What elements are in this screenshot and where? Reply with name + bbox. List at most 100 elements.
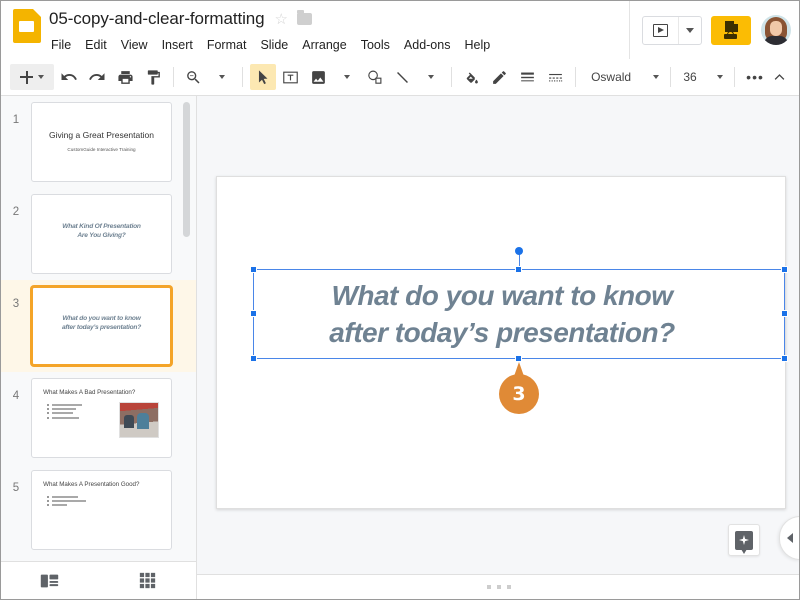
present-dropdown-button[interactable]: [679, 17, 701, 44]
avatar[interactable]: [761, 15, 791, 45]
border-weight-icon: [520, 72, 534, 81]
paint-format-icon: [147, 69, 160, 85]
show-side-panel-button[interactable]: [779, 516, 799, 560]
slide-surface[interactable]: What do you want to know after today’s p…: [216, 176, 788, 509]
present-button[interactable]: [643, 16, 679, 44]
slide-canvas-area[interactable]: What do you want to know after today’s p…: [197, 96, 799, 574]
page-title[interactable]: 05-copy-and-clear-formatting: [49, 9, 265, 29]
resize-handle-bottom-right[interactable]: [781, 355, 788, 362]
rotation-handle[interactable]: [515, 247, 523, 255]
menu-tools[interactable]: Tools: [354, 36, 397, 54]
pencil-icon: [492, 70, 506, 84]
thumb-bullets: [47, 495, 87, 509]
resize-handle-bottom-center[interactable]: [515, 355, 522, 362]
zoom-button[interactable]: [181, 64, 207, 90]
resize-handle-top-right[interactable]: [781, 266, 788, 273]
filmstrip-view-button[interactable]: [1, 562, 99, 600]
font-family-selector[interactable]: Oswald: [583, 64, 663, 90]
move-to-folder-icon[interactable]: [296, 10, 312, 25]
menu-addons[interactable]: Add-ons: [397, 36, 458, 54]
present-group: [642, 15, 702, 45]
more-options-button[interactable]: •••: [742, 64, 768, 90]
font-size-selector[interactable]: 36: [677, 64, 727, 90]
explore-icon: [735, 530, 753, 554]
sparkle-icon: [739, 535, 749, 545]
menu-bar: File Edit View Insert Format Slide Arran…: [49, 34, 497, 56]
slides-app-icon: [13, 9, 41, 43]
shape-button[interactable]: [362, 64, 388, 90]
resize-handle-middle-right[interactable]: [781, 310, 788, 317]
select-tool-button[interactable]: [249, 64, 276, 90]
chevron-left-icon: [787, 533, 793, 543]
thumbnail-preview[interactable]: What Kind Of Presentation Are You Giving…: [31, 194, 172, 274]
slide-number: 4: [12, 390, 20, 402]
border-weight-button[interactable]: [514, 64, 540, 90]
menu-slide[interactable]: Slide: [253, 36, 295, 54]
font-size-value: 36: [683, 70, 697, 84]
menu-edit[interactable]: Edit: [78, 36, 114, 54]
zoom-dropdown-button[interactable]: [209, 64, 235, 90]
thumbnail-preview[interactable]: What Makes A Presentation Good?: [31, 470, 172, 550]
title-and-menus: 05-copy-and-clear-formatting ☆ File Edit…: [49, 1, 497, 56]
border-dash-icon: [548, 73, 562, 81]
explore-button[interactable]: [728, 524, 760, 556]
filmstrip-view-icon: [41, 574, 59, 587]
toolbar-divider: [734, 67, 736, 87]
menu-format[interactable]: Format: [200, 36, 254, 54]
font-family-value: Oswald: [591, 70, 632, 84]
resize-handle-middle-left[interactable]: [250, 310, 257, 317]
resize-grip-icon[interactable]: [486, 585, 511, 589]
thumb-title: What Makes A Bad Presentation?: [43, 389, 136, 397]
slides-scrollbar[interactable]: [183, 102, 190, 237]
thumbnail-preview[interactable]: Giving a Great Presentation CustomGuide …: [31, 102, 172, 182]
toolbar-divider: [450, 67, 452, 87]
redo-icon: [89, 73, 105, 80]
menu-file[interactable]: File: [49, 36, 78, 54]
print-button[interactable]: [112, 64, 138, 90]
line-dropdown-button[interactable]: [418, 64, 444, 90]
resize-handle-top-left[interactable]: [250, 266, 257, 273]
image-dropdown-button[interactable]: [334, 64, 360, 90]
redo-button[interactable]: [84, 64, 110, 90]
new-slide-button[interactable]: [10, 64, 54, 90]
paint-format-button[interactable]: [140, 64, 166, 90]
star-icon[interactable]: ☆: [274, 12, 287, 27]
slide-thumbnail-2[interactable]: 2 What Kind Of Presentation Are You Givi…: [1, 188, 196, 280]
slide-thumbnail-1[interactable]: 1 Giving a Great Presentation CustomGuid…: [1, 96, 196, 188]
print-icon: [117, 70, 133, 84]
share-button[interactable]: [711, 15, 751, 45]
thumb-title: Giving a Great Presentation: [49, 129, 154, 140]
undo-button[interactable]: [56, 64, 82, 90]
grid-view-button[interactable]: [99, 562, 197, 600]
insert-image-button[interactable]: [306, 64, 332, 90]
border-dash-button[interactable]: [542, 64, 568, 90]
fill-color-button[interactable]: [458, 64, 484, 90]
menu-insert[interactable]: Insert: [155, 36, 200, 54]
chevron-down-icon: [652, 75, 659, 79]
menu-arrange[interactable]: Arrange: [295, 36, 353, 54]
chevron-down-icon[interactable]: [38, 75, 44, 79]
collapse-menus-button[interactable]: [769, 64, 789, 90]
undo-icon: [61, 73, 77, 80]
menu-view[interactable]: View: [114, 36, 155, 54]
slides-panel[interactable]: 1 Giving a Great Presentation CustomGuid…: [1, 96, 197, 561]
grid-view-icon: [139, 572, 155, 589]
slide-thumbnail-4[interactable]: 4 What Makes A Bad Presentation?: [1, 372, 196, 464]
resize-handle-bottom-left[interactable]: [250, 355, 257, 362]
text-box-selection[interactable]: [250, 247, 788, 362]
text-box-button[interactable]: [278, 64, 304, 90]
slide-thumbnail-5[interactable]: 5 What Makes A Presentation Good?: [1, 464, 196, 556]
line-button[interactable]: [390, 64, 416, 90]
resize-handle-top-center[interactable]: [515, 266, 522, 273]
slide-thumbnail-3[interactable]: 3 What do you want to know after today’s…: [1, 280, 196, 372]
border-color-button[interactable]: [486, 64, 512, 90]
thumbnail-preview[interactable]: What Makes A Bad Presentation?: [31, 378, 172, 458]
menu-help[interactable]: Help: [457, 36, 497, 54]
line-icon: [397, 71, 408, 83]
thumb-image: [118, 402, 159, 439]
thumb-title: What Kind Of Presentation Are You Giving…: [62, 223, 141, 239]
canvas-bottom-bar: [197, 574, 799, 599]
thumbnail-preview[interactable]: What do you want to know after today’s p…: [31, 286, 172, 366]
share-lock-icon: [722, 21, 740, 39]
zoom-icon: [187, 70, 200, 84]
